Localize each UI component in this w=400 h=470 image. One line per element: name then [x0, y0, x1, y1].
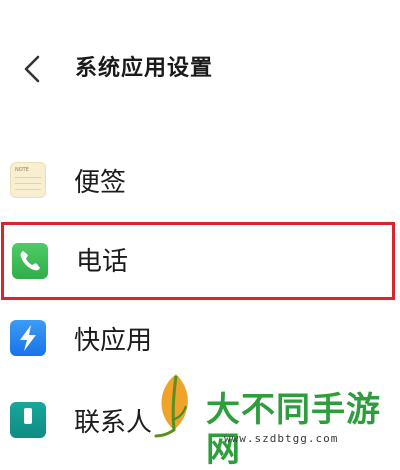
phone-app-icon [12, 243, 48, 279]
chevron-left-icon[interactable] [18, 54, 46, 84]
list-item-notes[interactable]: NOTE 便签 [0, 140, 400, 224]
list-item-label: 电话 [76, 247, 129, 277]
watermark-brand: 大不同手游网 [206, 390, 381, 470]
list-item-label: 联系人 [74, 408, 153, 438]
lightning-icon [20, 325, 36, 351]
list-item-phone[interactable]: 电话 [1, 222, 395, 300]
contacts-book-icon [24, 408, 32, 424]
page-title: 系统应用设置 [75, 56, 214, 81]
notes-app-icon: NOTE [10, 162, 46, 198]
leaf-logo-icon [154, 374, 188, 438]
phone-handset-icon [20, 251, 40, 271]
notes-icon-tag: NOTE [15, 167, 29, 173]
list-item-label: 便签 [74, 168, 127, 198]
list-item-label: 快应用 [74, 326, 153, 356]
quick-app-icon [10, 320, 46, 356]
watermark: 大不同手游网 www.szdbtgg.com [150, 370, 400, 470]
contacts-app-icon [10, 402, 46, 438]
header: 系统应用设置 [0, 0, 400, 120]
watermark-url: www.szdbtgg.com [224, 432, 339, 445]
